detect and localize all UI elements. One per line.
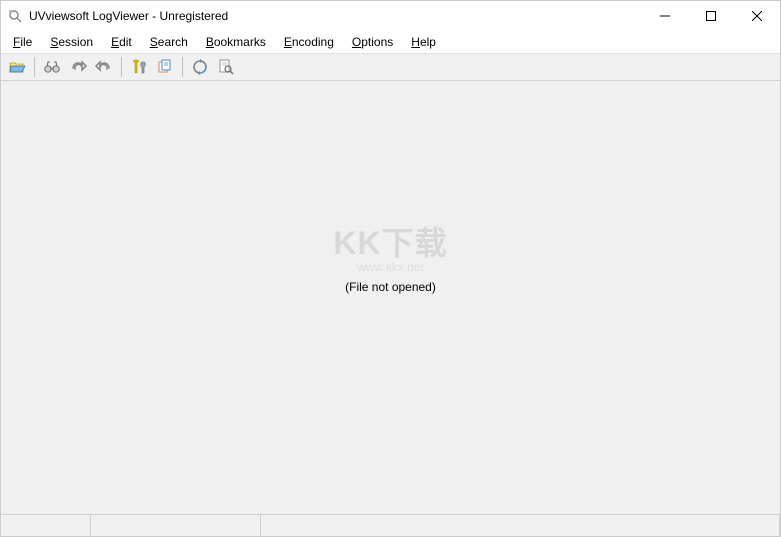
find-button[interactable] — [40, 55, 64, 79]
tools-button[interactable] — [127, 55, 151, 79]
menu-edit[interactable]: Edit — [103, 33, 140, 51]
maximize-button[interactable] — [688, 1, 734, 31]
undo-arrow-icon — [95, 58, 113, 76]
watermark-main: KK下载 — [333, 218, 447, 264]
toolbar — [1, 53, 780, 81]
refresh-icon — [191, 58, 209, 76]
status-pane-1 — [1, 515, 91, 536]
title-bar: UVviewsoft LogViewer - Unregistered — [1, 1, 780, 31]
menu-bar: File Session Edit Search Bookmarks Encod… — [1, 31, 780, 53]
menu-session[interactable]: Session — [42, 33, 101, 51]
status-pane-3 — [261, 515, 780, 536]
app-icon — [7, 8, 23, 24]
menu-encoding[interactable]: Encoding — [276, 33, 342, 51]
watermark: KK下载 www.kkx.net — [333, 218, 447, 274]
tools-icon — [130, 58, 148, 76]
binoculars-icon — [43, 58, 61, 76]
undo-button[interactable] — [92, 55, 116, 79]
minimize-button[interactable] — [642, 1, 688, 31]
status-pane-2 — [91, 515, 261, 536]
menu-search[interactable]: Search — [142, 33, 196, 51]
folder-open-icon — [8, 58, 26, 76]
window-controls — [642, 1, 780, 31]
toolbar-separator — [182, 57, 183, 77]
menu-options[interactable]: Options — [344, 33, 401, 51]
redo-arrow-icon — [69, 58, 87, 76]
refresh-button[interactable] — [188, 55, 212, 79]
status-bar — [1, 514, 780, 536]
toolbar-separator — [121, 57, 122, 77]
menu-bookmarks[interactable]: Bookmarks — [198, 33, 274, 51]
file-status-message: (File not opened) — [345, 280, 436, 294]
open-button[interactable] — [5, 55, 29, 79]
menu-help[interactable]: Help — [403, 33, 444, 51]
window-title: UVviewsoft LogViewer - Unregistered — [29, 9, 228, 23]
find-in-file-button[interactable] — [214, 55, 238, 79]
copy-button[interactable] — [153, 55, 177, 79]
watermark-sub: www.kkx.net — [333, 260, 447, 274]
document-search-icon — [217, 58, 235, 76]
close-button[interactable] — [734, 1, 780, 31]
toolbar-separator — [34, 57, 35, 77]
menu-file[interactable]: File — [5, 33, 40, 51]
content-area: KK下载 www.kkx.net (File not opened) — [1, 81, 780, 514]
documents-icon — [156, 58, 174, 76]
redo-button[interactable] — [66, 55, 90, 79]
